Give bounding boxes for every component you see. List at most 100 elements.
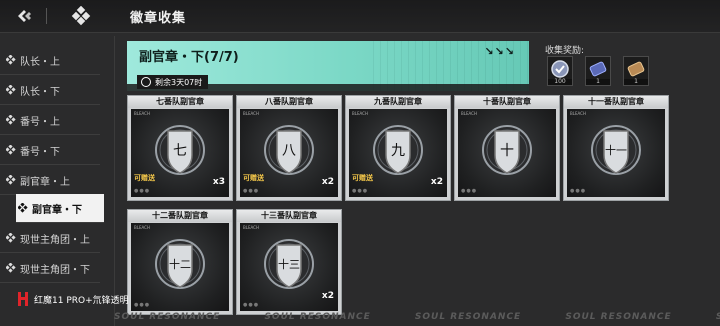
page-title: 徽章收集 (130, 11, 187, 26)
page-dots: ●●● (243, 302, 260, 308)
page-dots: ●●● (461, 188, 478, 194)
sidebar-item-label: 番号・上 (20, 116, 60, 128)
diamond-icon (6, 233, 16, 243)
bleach-mark: BLEACH (461, 111, 477, 116)
lieutenant-badge-icon: 八 (264, 125, 314, 175)
diamond-icon (6, 263, 16, 273)
badge-body: BLEACH 八 可赠送 x2 ●●● (240, 109, 338, 197)
badge-title: 八番队副官章 (237, 96, 341, 108)
page-dots: ●●● (352, 188, 369, 194)
badge-card[interactable]: 八番队副官章 BLEACH 八 可赠送 x2 ●●● (236, 95, 342, 201)
collapse-icon[interactable] (14, 6, 36, 26)
bleach-mark: BLEACH (243, 111, 259, 116)
badge-token-icon (551, 60, 569, 78)
banner-count: (7/7) (204, 50, 239, 65)
banner-title: 副官章・下(7/7) (139, 46, 239, 65)
clock-icon (141, 77, 151, 87)
sidebar-item-number-upper[interactable]: 番号・上 (0, 106, 100, 135)
reward-item-3[interactable]: 1 (623, 56, 649, 86)
badge-card[interactable]: 十三番队副官章 BLEACH 十三 x2 ●●● (236, 209, 342, 315)
reward-item-1[interactable]: 100 (547, 56, 573, 86)
badge-card[interactable]: 七番队副官章 BLEACH 七 可赠送 x3 ●●● (127, 95, 233, 201)
soul-resonance-strip: SOUL RESONANCE SOUL RESONANCE SOUL RESON… (114, 312, 720, 326)
reward-quantity: 100 (548, 79, 572, 85)
badge-card[interactable]: 十二番队副官章 BLEACH 十二 ●●● (127, 209, 233, 315)
diamond-icon (6, 55, 16, 65)
giftable-label: 可赠送 (243, 174, 264, 182)
badge-body: BLEACH 十一 ●●● (567, 109, 665, 197)
sidebar-item-lieutenant-upper[interactable]: 副官章・上 (0, 166, 100, 195)
sidebar-item-captain-upper[interactable]: 队长・上 (0, 46, 100, 75)
topbar-divider (46, 8, 47, 24)
sidebar-item-lieutenant-lower[interactable]: 副官章・下 (16, 194, 104, 223)
banner-title-text: 副官章・下 (139, 50, 205, 65)
badge-quantity: x3 (212, 177, 225, 187)
reward-item-2[interactable]: 1 (585, 56, 611, 86)
badge-glyph: 十二 (169, 257, 191, 271)
sidebar-item-label: 队长・下 (20, 86, 60, 98)
sidebar-item-label: 现世主角团・下 (20, 264, 90, 276)
badge-title: 七番队副官章 (128, 96, 232, 108)
badge-body: BLEACH 十 ●●● (458, 109, 556, 197)
sidebar-item-living-world-lower[interactable]: 现世主角团・下 (0, 254, 100, 283)
watermark-text: 红魔11 PRO+氘锋透明 (34, 295, 129, 306)
badge-quantity: x2 (321, 177, 334, 187)
bleach-mark: BLEACH (134, 111, 150, 116)
countdown-timer: 剩余3天07时 (137, 75, 209, 89)
diamond-icon (6, 175, 16, 185)
badge-title: 九番队副官章 (346, 96, 450, 108)
badge-glyph: 十三 (278, 257, 300, 271)
strip-text: SOUL RESONANCE (114, 312, 221, 322)
bleach-mark: BLEACH (352, 111, 368, 116)
top-bar: 徽章收集 (0, 0, 720, 33)
badge-quantity: x2 (321, 291, 334, 301)
lieutenant-badge-icon: 十一 (591, 125, 641, 175)
strip-text: SOUL RESONANCE (716, 312, 720, 322)
strip-text: SOUL RESONANCE (565, 312, 672, 322)
badge-title: 十二番队副官章 (128, 210, 232, 222)
lieutenant-badge-icon: 九 (373, 125, 423, 175)
badge-glyph: 九 (391, 143, 405, 159)
badge-card[interactable]: 九番队副官章 BLEACH 九 可赠送 x2 ●●● (345, 95, 451, 201)
strip-text: SOUL RESONANCE (414, 312, 522, 322)
badge-body: BLEACH 七 可赠送 x3 ●●● (131, 109, 229, 197)
page-dots: ●●● (570, 188, 587, 194)
badge-card[interactable]: 十一番队副官章 BLEACH 十一 ●●● (563, 95, 669, 201)
countdown-text: 剩余3天07时 (155, 77, 203, 87)
page-dots: ●●● (243, 188, 260, 194)
banner-arrows: ↘↘↘ (484, 45, 515, 58)
badge-glyph: 八 (282, 143, 296, 159)
lieutenant-badge-icon: 七 (155, 125, 205, 175)
sidebar-item-living-world-upper[interactable]: 现世主角团・上 (0, 224, 100, 253)
reward-quantity: 1 (624, 79, 648, 85)
page-dots: ●●● (134, 302, 151, 308)
collection-banner: 副官章・下(7/7) ↘↘↘ 剩余3天07时 (127, 41, 529, 91)
badge-glyph: 七 (173, 143, 187, 159)
badge-card[interactable]: 十番队副官章 BLEACH 十 ●●● (454, 95, 560, 201)
sidebar-item-number-lower[interactable]: 番号・下 (0, 136, 100, 165)
rewards-label: 收集奖励: (545, 46, 585, 56)
ticket-icon (589, 61, 607, 77)
diamond-icon (6, 145, 16, 155)
giftable-label: 可赠送 (352, 174, 373, 182)
badge-glyph: 十一 (605, 143, 627, 157)
reward-quantity: 1 (586, 79, 610, 85)
lieutenant-badge-icon: 十 (482, 125, 532, 175)
badge-quantity: x2 (430, 177, 443, 187)
badge-title: 十一番队副官章 (564, 96, 668, 108)
badge-title: 十三番队副官章 (237, 210, 341, 222)
strip-text: SOUL RESONANCE (264, 312, 371, 322)
badge-body: BLEACH 九 可赠送 x2 ●●● (349, 109, 447, 197)
sidebar-item-label: 副官章・上 (20, 176, 70, 188)
sidebar-item-label: 番号・下 (20, 146, 60, 158)
sidebar-separator (114, 36, 115, 326)
ticket-icon (627, 61, 645, 77)
badge-title: 十番队副官章 (455, 96, 559, 108)
sidebar-item-label: 副官章・下 (32, 204, 82, 216)
bleach-mark: BLEACH (134, 225, 150, 230)
diamond-grid-icon[interactable] (70, 6, 92, 26)
lieutenant-badge-icon: 十二 (155, 239, 205, 289)
badge-body: BLEACH 十二 ●●● (131, 223, 229, 311)
sidebar-item-captain-lower[interactable]: 队长・下 (0, 76, 100, 105)
badge-glyph: 十 (500, 143, 514, 159)
